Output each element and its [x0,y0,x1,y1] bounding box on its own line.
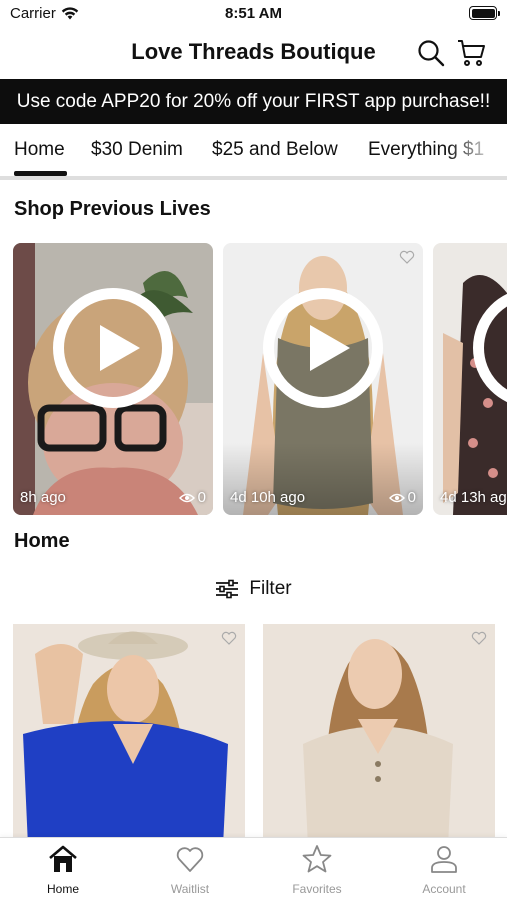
status-bar: Carrier 8:51 AM [0,0,507,28]
product-card[interactable] [263,624,495,846]
tab-home[interactable]: Home [14,139,65,161]
bottom-nav: Home Waitlist Favorites Account [0,837,507,900]
nav-home[interactable]: Home [0,838,126,900]
heart-icon[interactable] [471,630,487,646]
product-card[interactable] [13,624,245,846]
filter-button[interactable]: Filter [0,574,507,604]
nav-waitlist[interactable]: Waitlist [127,838,253,900]
sliders-icon [216,579,239,599]
battery-icon [469,6,500,20]
star-icon [302,845,332,873]
promo-banner[interactable]: Use code APP20 for 20% off your FIRST ap… [0,79,507,124]
view-count: 0 [178,489,206,506]
product-image [263,624,495,846]
app-header: Love Threads Boutique [0,28,507,78]
tabs-fade-overlay [447,124,507,176]
search-icon[interactable] [416,38,446,68]
product-image [13,624,245,846]
tab-30-denim[interactable]: $30 Denim [91,139,183,161]
play-button[interactable] [263,288,383,408]
filter-label: Filter [249,578,292,599]
view-count: 0 [388,489,416,506]
previous-lives-title: Shop Previous Lives [14,198,211,220]
nav-favorites[interactable]: Favorites [254,838,380,900]
live-video-card[interactable]: 4d 10h ago 0 [223,243,423,515]
promo-text: Use code APP20 for 20% off your FIRST ap… [16,90,491,112]
nav-label: Account [422,882,466,896]
heart-icon [176,847,204,872]
live-age: 8h ago [20,489,66,506]
home-section-title: Home [14,530,70,552]
play-button[interactable] [53,288,173,408]
active-tab-indicator [14,171,67,176]
tab-25-and-below[interactable]: $25 and Below [212,139,338,161]
clock: 8:51 AM [225,5,282,22]
nav-account[interactable]: Account [381,838,507,900]
category-tabs[interactable]: Home $30 Denim $25 and Below Everything … [0,124,507,180]
live-video-card[interactable]: 4d 13h ago [433,243,507,515]
home-icon [49,845,77,872]
live-age: 4d 13h ago [440,489,507,506]
live-video-card[interactable]: 8h ago 0 [13,243,213,515]
live-age: 4d 10h ago [230,489,306,506]
cart-icon[interactable] [456,38,486,68]
nav-label: Waitlist [170,882,210,896]
nav-label: Home [46,882,79,896]
heart-icon[interactable] [221,630,237,646]
eye-icon [388,493,405,502]
user-icon [431,846,457,873]
nav-label: Favorites [292,882,342,896]
eye-icon [178,493,195,502]
heart-icon[interactable] [399,249,415,265]
